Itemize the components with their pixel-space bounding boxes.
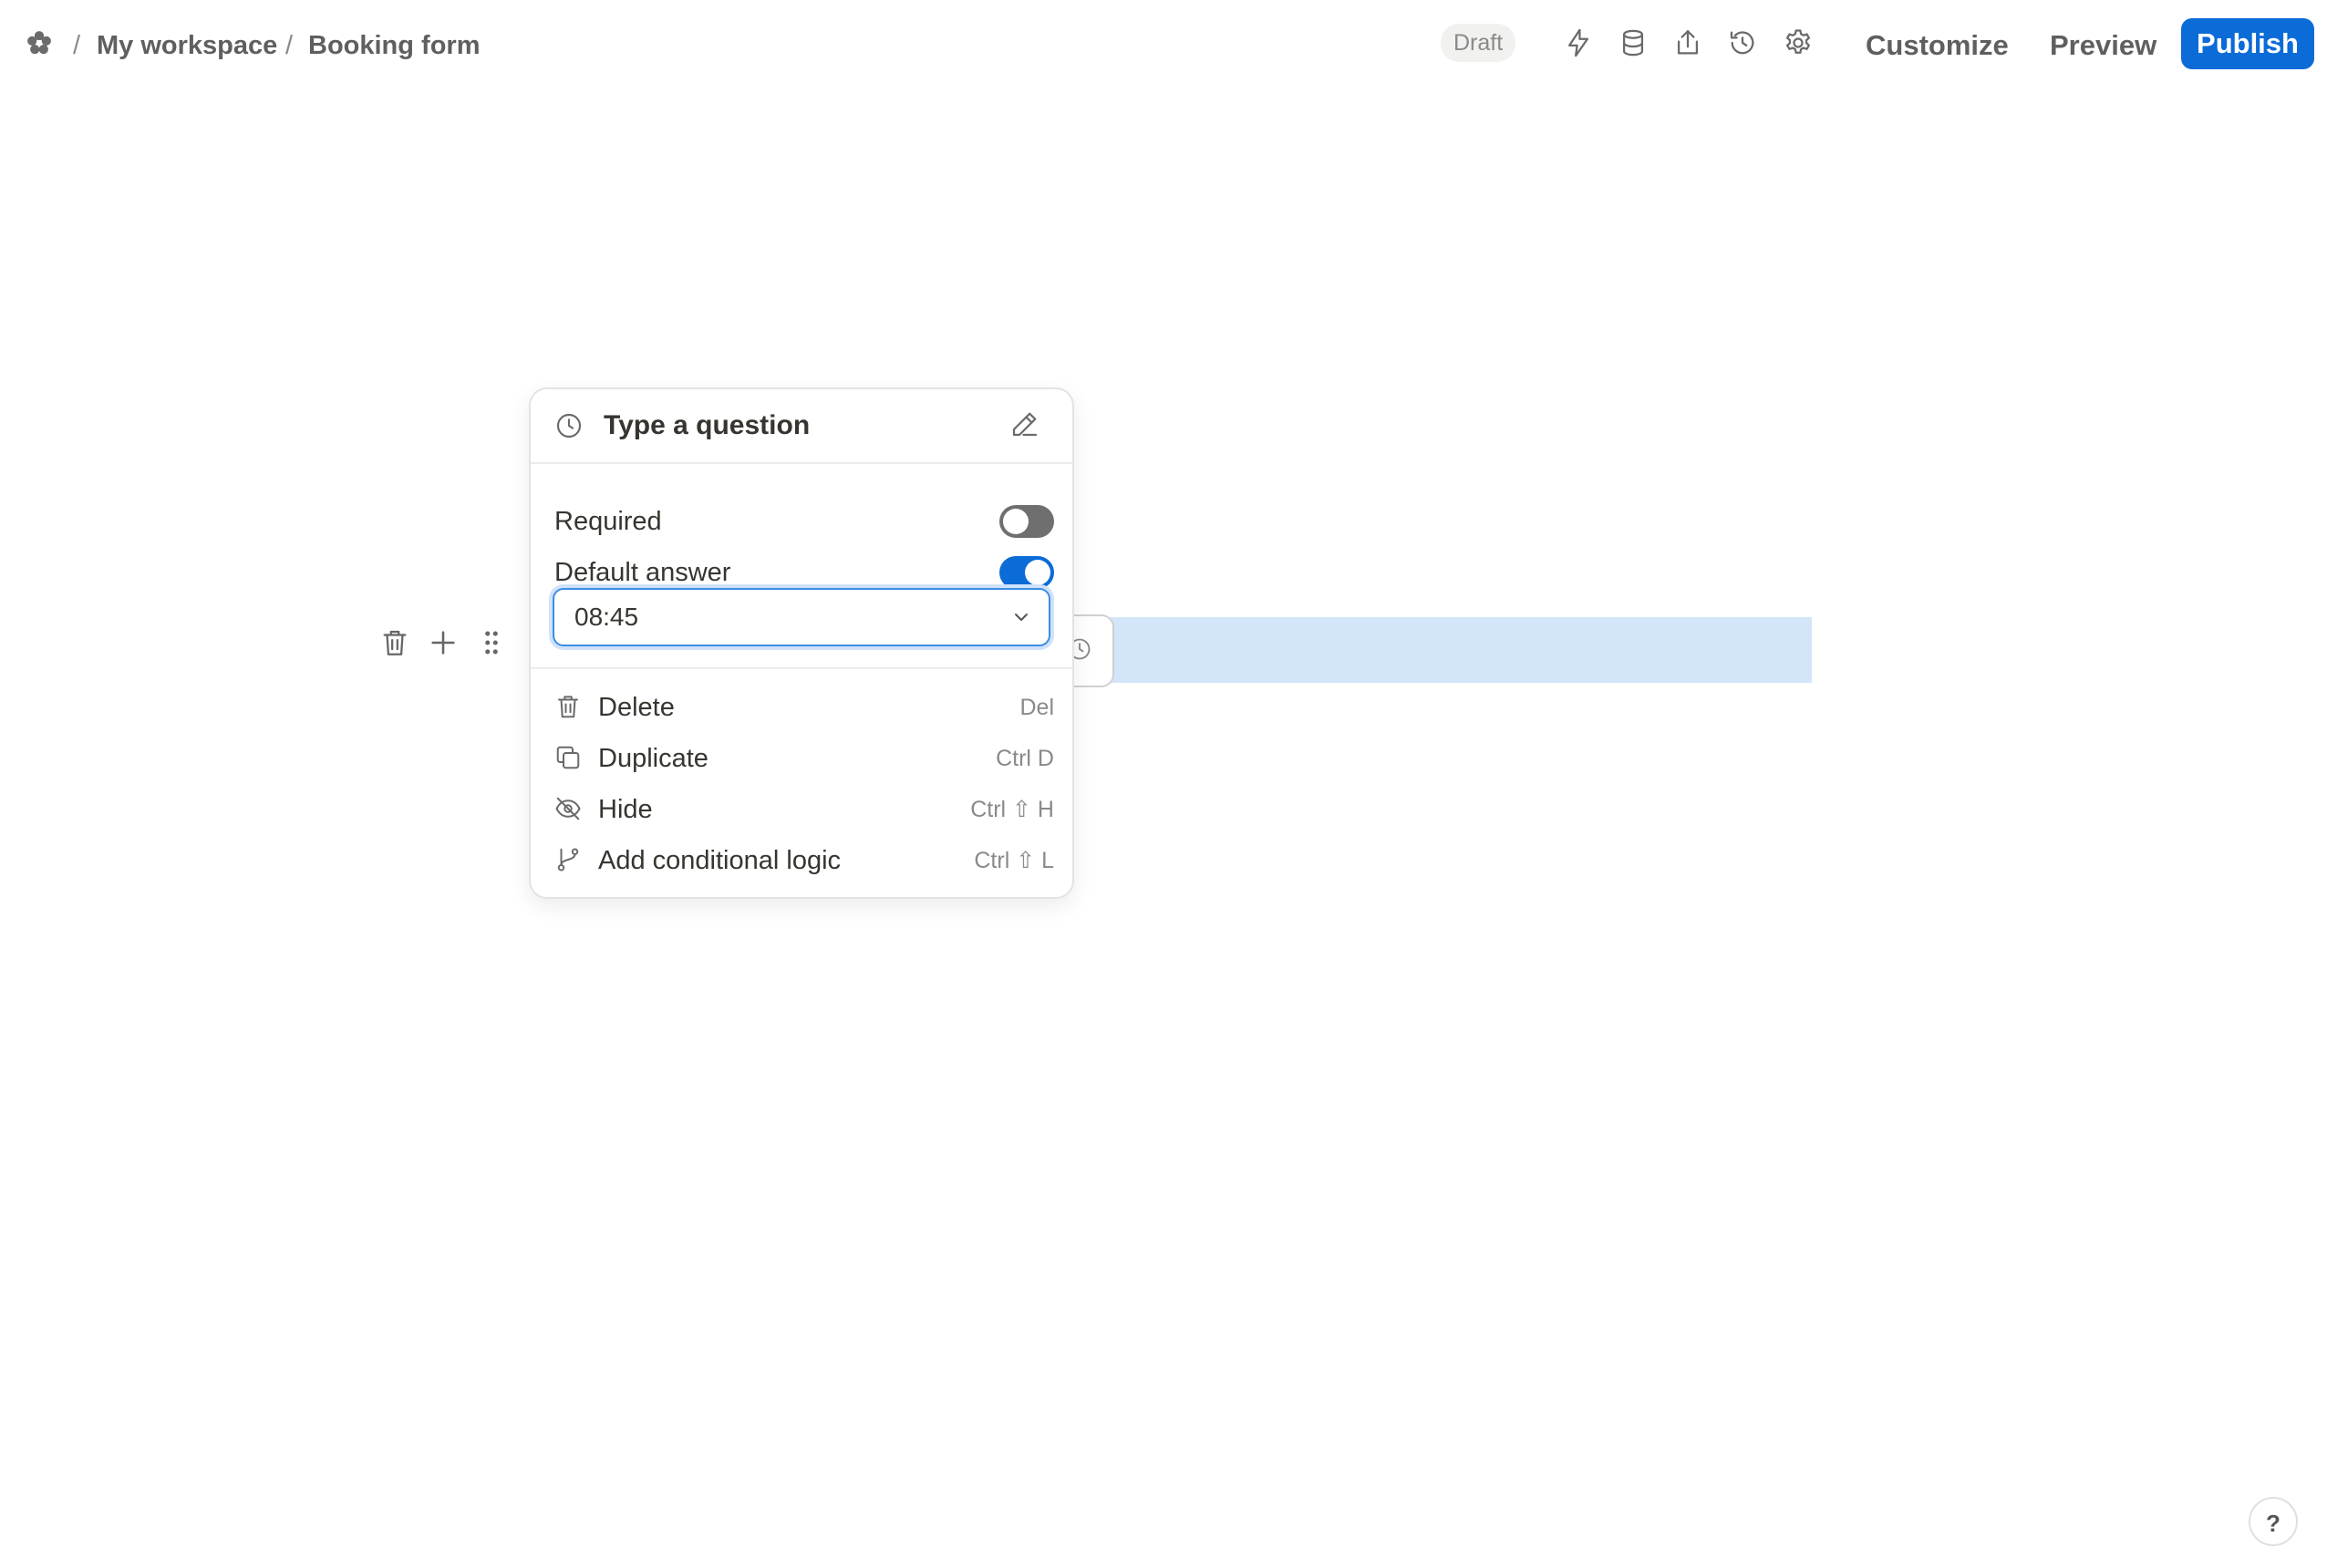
breadcrumb-page[interactable]: Booking form: [308, 27, 481, 64]
block-settings-popover: Type a question Required Default answer …: [529, 387, 1074, 899]
publish-button[interactable]: Publish: [2181, 18, 2314, 69]
menu-item-duplicate[interactable]: Duplicate Ctrl D: [554, 735, 1054, 782]
customize-button[interactable]: Customize: [1866, 20, 2009, 71]
duplicate-icon: [554, 744, 584, 773]
chevron-down-icon: [1010, 606, 1032, 628]
branch-icon: [554, 846, 584, 875]
database-icon[interactable]: [1618, 27, 1652, 62]
menu-item-label: Hide: [598, 795, 653, 824]
menu-item-delete[interactable]: Delete Del: [554, 684, 1054, 731]
flower-logo-icon[interactable]: [24, 27, 60, 64]
question-title[interactable]: Type a question: [604, 406, 810, 446]
breadcrumb-separator: /: [73, 31, 81, 60]
preview-button[interactable]: Preview: [2050, 20, 2156, 71]
top-bar: / My workspace / Booking form Draft Cust…: [0, 0, 2327, 91]
default-answer-row: Default answer: [554, 552, 1054, 593]
default-time-value: 08:45: [574, 603, 639, 631]
question-header: Type a question: [531, 389, 1072, 464]
default-answer-toggle[interactable]: [999, 556, 1054, 589]
shortcut-hint: Del: [1019, 695, 1054, 720]
menu-item-label: Duplicate: [598, 744, 708, 773]
required-toggle[interactable]: [999, 505, 1054, 538]
divider: [531, 667, 1072, 669]
menu-item-label: Delete: [598, 693, 675, 722]
help-button[interactable]: ?: [2249, 1497, 2298, 1546]
trash-icon: [554, 693, 584, 722]
shortcut-hint: Ctrl ⇧ H: [970, 797, 1054, 822]
menu-item-hide[interactable]: Hide Ctrl ⇧ H: [554, 786, 1054, 833]
menu-item-label: Add conditional logic: [598, 846, 842, 875]
shortcut-hint: Ctrl D: [996, 746, 1054, 771]
status-badge: Draft: [1441, 24, 1516, 62]
menu-item-conditional-logic[interactable]: Add conditional logic Ctrl ⇧ L: [554, 837, 1054, 884]
drag-handle-icon[interactable]: [476, 627, 509, 660]
selected-block-highlight: [1108, 617, 1812, 683]
edit-pencil-icon[interactable]: [1008, 407, 1043, 442]
plus-icon[interactable]: [428, 627, 460, 660]
breadcrumb-separator: /: [285, 31, 294, 60]
trash-icon[interactable]: [379, 627, 412, 660]
eye-off-icon: [554, 795, 584, 824]
required-label: Required: [554, 507, 662, 536]
breadcrumb-workspace[interactable]: My workspace: [97, 27, 277, 64]
lightning-icon[interactable]: [1563, 27, 1598, 62]
clock-icon: [554, 411, 584, 440]
required-row: Required: [554, 501, 1054, 542]
default-time-select[interactable]: 08:45: [553, 588, 1050, 646]
default-answer-label: Default answer: [554, 558, 731, 587]
settings-gear-icon[interactable]: [1783, 27, 1817, 62]
share-icon[interactable]: [1672, 27, 1707, 62]
history-icon[interactable]: [1727, 27, 1762, 62]
shortcut-hint: Ctrl ⇧ L: [974, 848, 1054, 873]
